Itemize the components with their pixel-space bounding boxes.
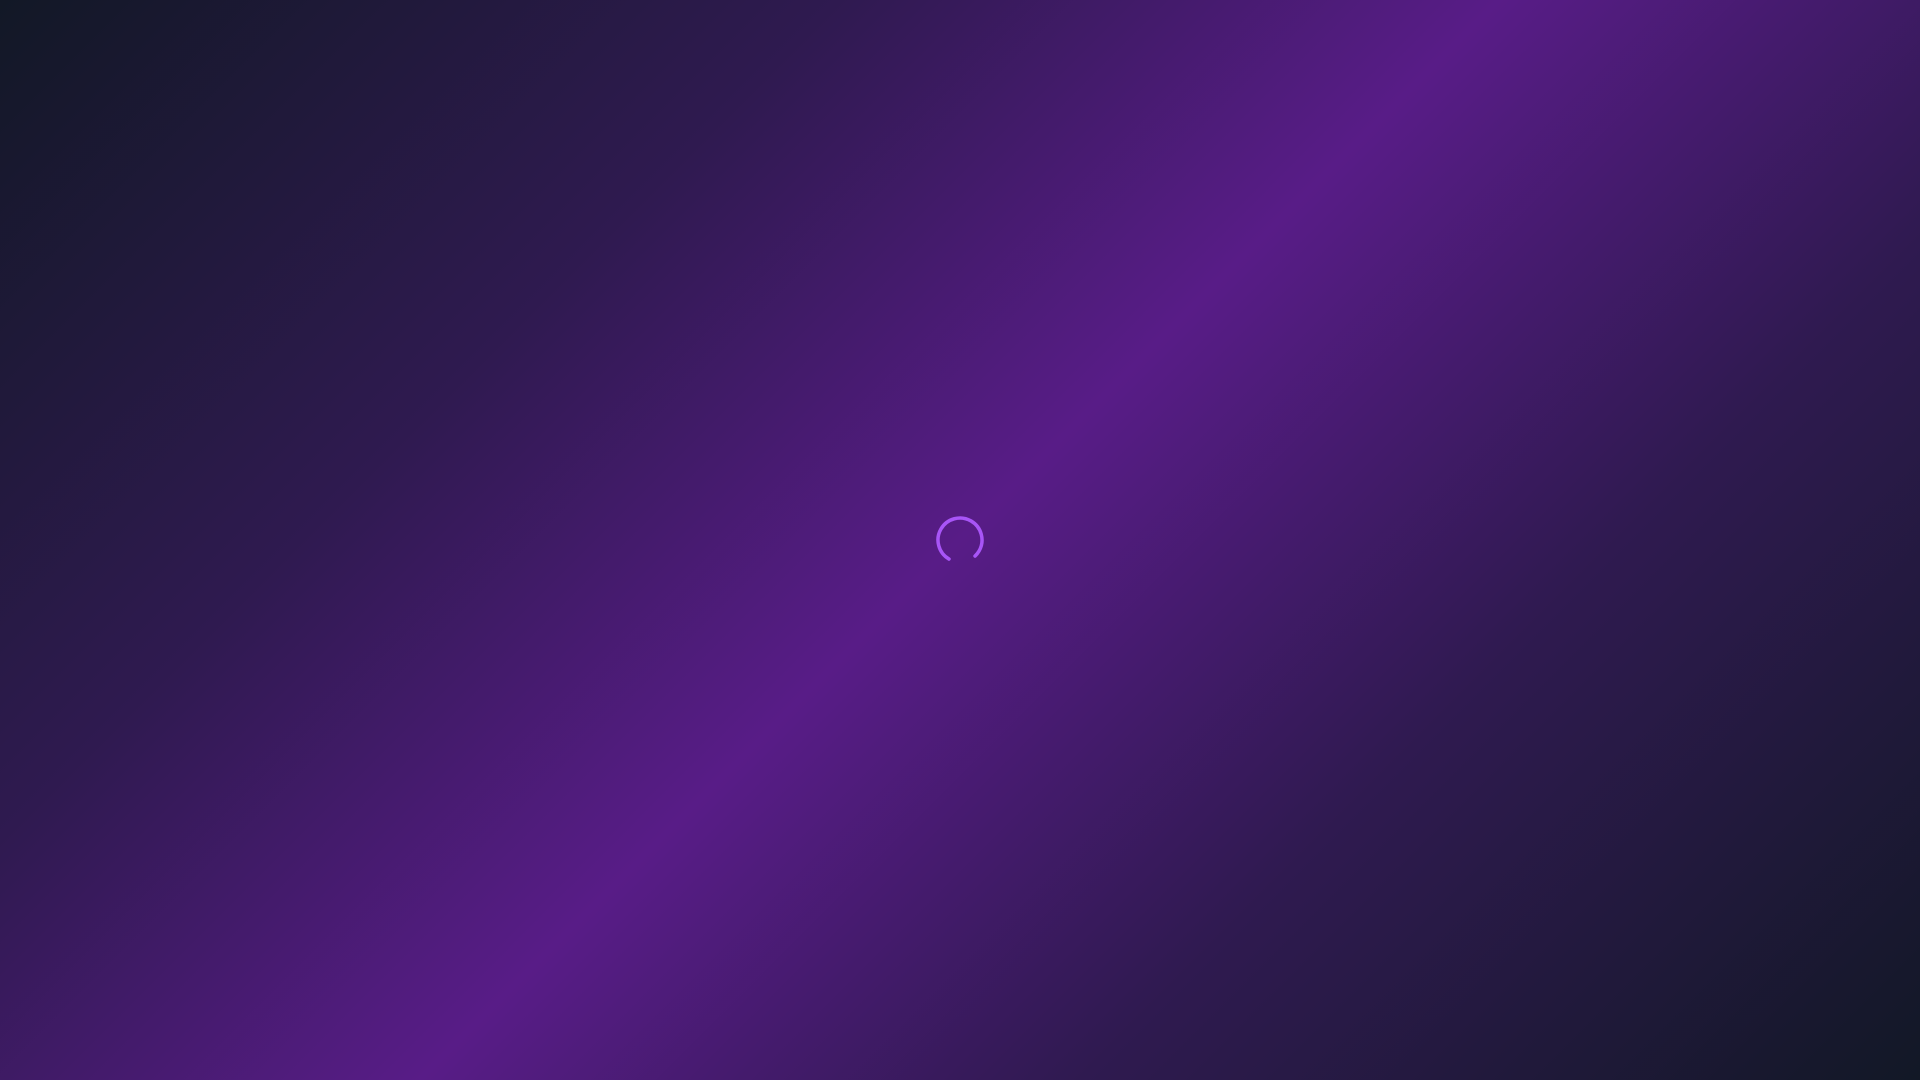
loading-screen bbox=[0, 0, 1920, 1080]
loading-spinner bbox=[935, 515, 985, 565]
spinner-icon bbox=[936, 516, 984, 564]
